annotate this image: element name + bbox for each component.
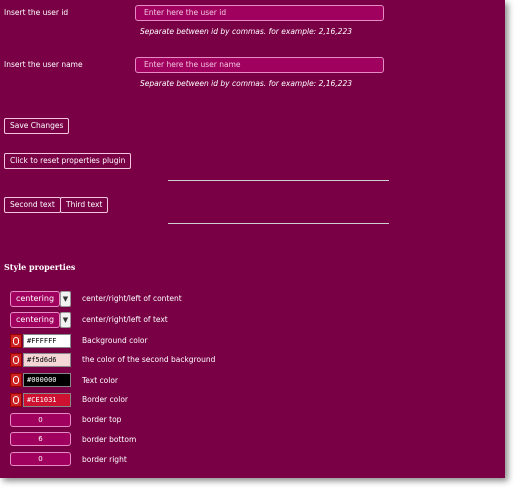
text-color-label: Text color bbox=[82, 376, 119, 385]
border-top-input[interactable]: 0 bbox=[10, 413, 71, 427]
style-properties-heading: Style properties bbox=[4, 262, 76, 272]
text-color-input[interactable]: #000000 bbox=[23, 373, 71, 387]
background-color-label: Background color bbox=[82, 336, 148, 345]
chevron-down-icon[interactable]: ▼ bbox=[60, 291, 71, 307]
user-name-input[interactable]: Enter here the user name bbox=[135, 57, 384, 73]
user-id-input[interactable]: Enter here the user id bbox=[135, 5, 384, 21]
border-bottom-input[interactable]: 6 bbox=[10, 432, 71, 446]
color-picker-icon[interactable] bbox=[10, 334, 22, 348]
save-changes-button[interactable]: Save Changes bbox=[4, 118, 70, 134]
border-top-label: border top bbox=[82, 415, 122, 424]
second-background-label: the color of the second background bbox=[82, 355, 216, 364]
text-align-label: center/right/left of text bbox=[82, 315, 168, 324]
settings-panel: Insert the user id Enter here the user i… bbox=[0, 0, 505, 478]
color-picker-icon[interactable] bbox=[10, 353, 22, 367]
color-picker-icon[interactable] bbox=[10, 373, 22, 387]
second-text-button[interactable]: Second text bbox=[4, 197, 61, 213]
divider bbox=[168, 180, 389, 181]
divider bbox=[168, 223, 389, 224]
border-color-label: Border color bbox=[82, 395, 128, 404]
content-align-label: center/right/left of content bbox=[82, 294, 182, 303]
third-text-button[interactable]: Third text bbox=[60, 197, 109, 213]
border-right-label: border right bbox=[82, 455, 127, 464]
border-bottom-label: border bottom bbox=[82, 435, 137, 444]
user-id-hint: Separate between id by commas. for examp… bbox=[140, 27, 352, 36]
user-name-hint: Separate between id by commas. for examp… bbox=[140, 79, 352, 88]
text-align-select[interactable]: centering bbox=[10, 312, 60, 328]
background-color-input[interactable]: #FFFFFF bbox=[23, 334, 71, 348]
user-name-label: Insert the user name bbox=[4, 60, 83, 69]
reset-properties-button[interactable]: Click to reset properties plugin bbox=[4, 153, 132, 169]
color-picker-icon[interactable] bbox=[10, 393, 22, 407]
border-color-input[interactable]: #CE1031 bbox=[23, 393, 71, 407]
border-right-input[interactable]: 0 bbox=[10, 452, 71, 466]
user-id-label: Insert the user id bbox=[4, 8, 69, 17]
second-background-input[interactable]: #f5d6d6 bbox=[23, 353, 71, 367]
content-align-select[interactable]: centering bbox=[10, 291, 60, 307]
chevron-down-icon[interactable]: ▼ bbox=[60, 312, 71, 328]
